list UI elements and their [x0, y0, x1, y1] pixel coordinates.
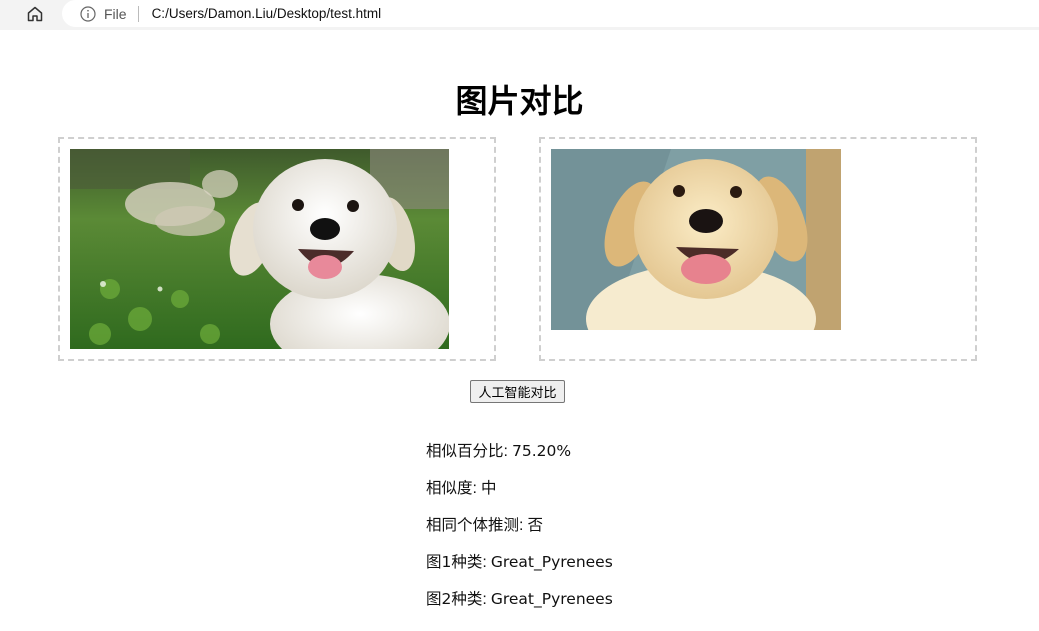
page-title: 图片对比	[455, 82, 584, 120]
dog-image-2	[551, 149, 841, 330]
home-icon[interactable]	[22, 2, 48, 26]
result-similarity-percent: 相似百分比: 75.20%	[426, 442, 572, 460]
result-value: Great_Pyrenees	[490, 590, 613, 608]
browser-toolbar: File C:/Users/Damon.Liu/Desktop/test.htm…	[0, 0, 1039, 30]
scheme-label: File	[104, 5, 127, 22]
dog-image-1	[70, 149, 449, 349]
result-label: 图1种类	[426, 553, 483, 571]
image-panel-2	[539, 137, 977, 361]
result-same-individual: 相同个体推测: 否	[426, 516, 543, 534]
image-panel-1	[58, 137, 496, 361]
info-icon[interactable]	[80, 5, 98, 23]
result-value: 75.20%	[511, 442, 572, 460]
result-image1-breed: 图1种类: Great_Pyrenees	[426, 553, 613, 571]
result-image2-breed: 图2种类: Great_Pyrenees	[426, 590, 613, 608]
ai-compare-button[interactable]: 人工智能对比	[470, 380, 565, 403]
url-text[interactable]: C:/Users/Damon.Liu/Desktop/test.html	[152, 6, 382, 21]
result-label: 图2种类	[426, 590, 483, 608]
address-bar[interactable]: File C:/Users/Damon.Liu/Desktop/test.htm…	[62, 0, 1039, 27]
result-label: 相似百分比	[426, 442, 504, 460]
result-label: 相同个体推测	[426, 516, 520, 534]
result-value: 否	[527, 516, 543, 534]
address-separator	[137, 5, 139, 22]
result-label: 相似度	[426, 479, 473, 497]
result-value: Great_Pyrenees	[490, 553, 613, 571]
result-value: 中	[480, 479, 497, 497]
result-similarity-level: 相似度: 中	[426, 479, 497, 497]
results-list: 相似百分比: 75.20% 相似度: 中 相同个体推测: 否 图1种类: Great_P…	[426, 440, 613, 625]
